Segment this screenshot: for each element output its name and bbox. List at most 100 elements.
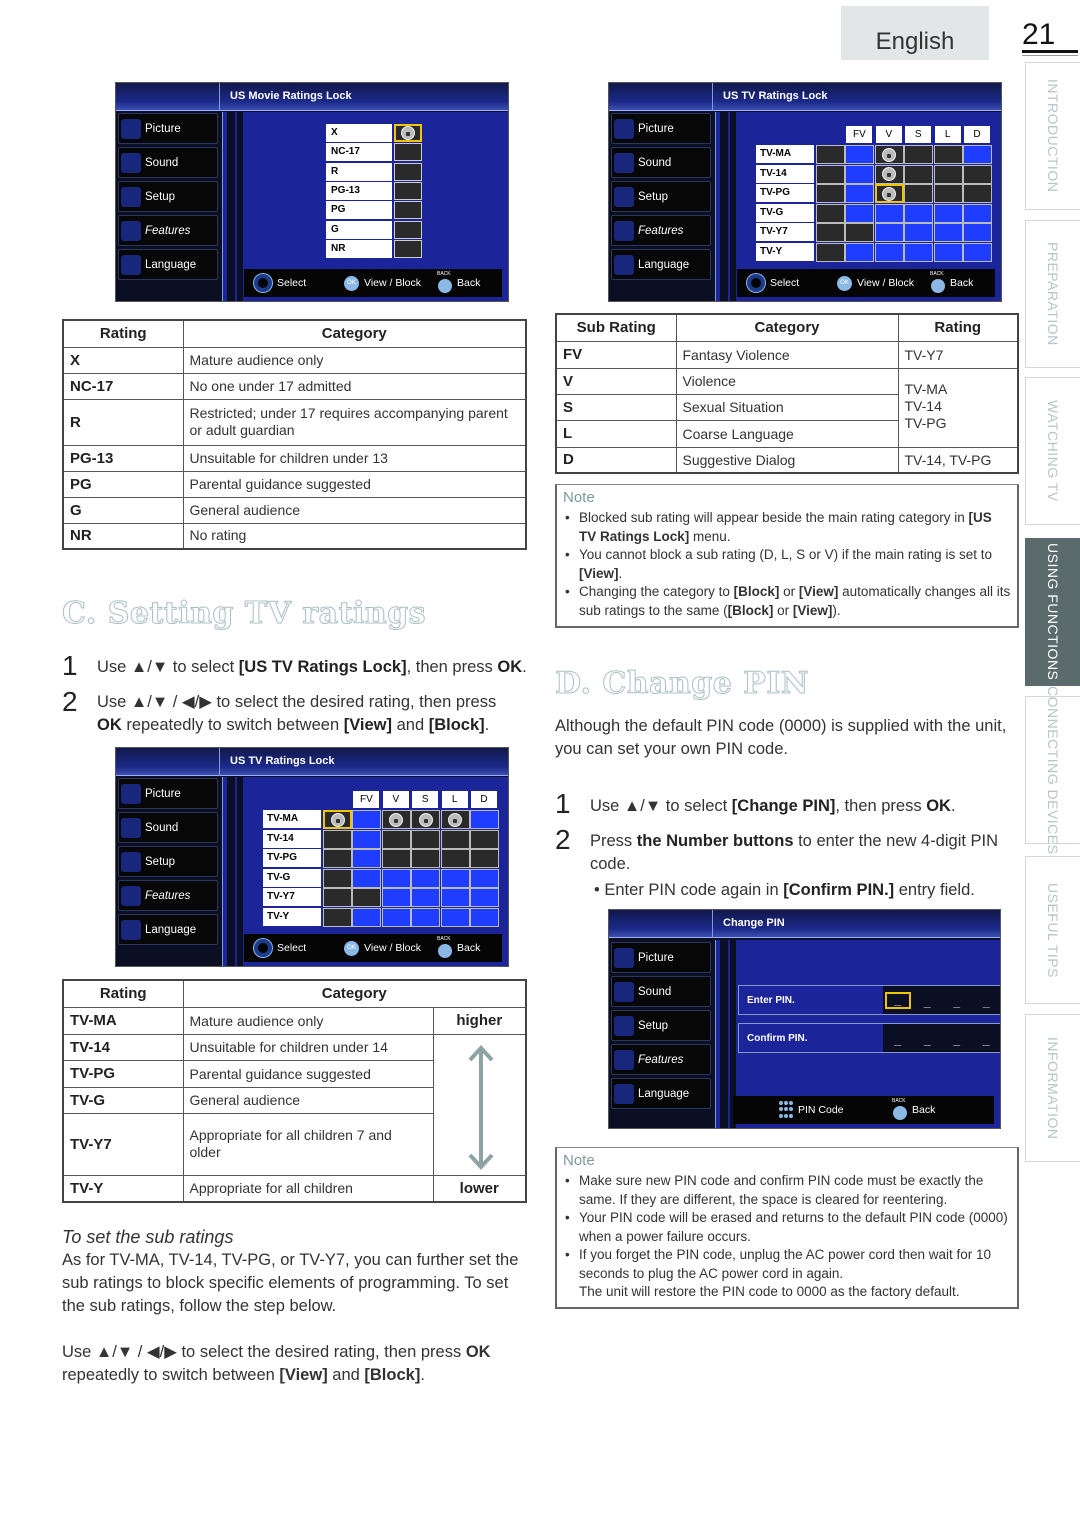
- menu-item-picture[interactable]: Picture: [611, 113, 711, 144]
- rating-block-toggle[interactable]: [411, 888, 441, 907]
- menu-item-sound[interactable]: Sound: [118, 147, 218, 178]
- rating-block-toggle[interactable]: [411, 849, 441, 868]
- rating-block-toggle[interactable]: [963, 203, 992, 223]
- rating-block-toggle[interactable]: [411, 810, 441, 829]
- confirm-digit-3[interactable]: _: [944, 1030, 970, 1047]
- rating-block-toggle[interactable]: [845, 184, 875, 203]
- rating-block-toggle[interactable]: [470, 868, 499, 888]
- menu-item-features[interactable]: Features: [611, 1044, 711, 1075]
- menu-item-language[interactable]: Language: [611, 249, 711, 280]
- rating-block-toggle[interactable]: [323, 829, 352, 849]
- side-tab-watching-tv[interactable]: WATCHING TV: [1025, 377, 1080, 525]
- rating-block-toggle[interactable]: [470, 888, 499, 907]
- rating-block-toggle[interactable]: [470, 829, 499, 849]
- menu-item-features[interactable]: Features: [118, 215, 218, 246]
- rating-block-toggle[interactable]: [904, 223, 934, 242]
- menu-item-sound[interactable]: Sound: [611, 147, 711, 178]
- rating-block-toggle[interactable]: [352, 888, 382, 907]
- menu-item-setup[interactable]: Setup: [118, 181, 218, 212]
- side-tab-connecting-devices[interactable]: CONNECTING DEVICES: [1025, 686, 1080, 854]
- menu-item-sound[interactable]: Sound: [118, 812, 218, 843]
- rating-block-toggle[interactable]: [352, 907, 382, 927]
- rating-block-toggle[interactable]: [352, 810, 382, 829]
- side-tab-information[interactable]: INFORMATION: [1025, 1014, 1080, 1162]
- rating-block-toggle[interactable]: [381, 868, 411, 888]
- rating-block-toggle[interactable]: [904, 145, 934, 164]
- rating-block-toggle[interactable]: [963, 184, 992, 203]
- rating-block-toggle[interactable]: [440, 888, 470, 907]
- menu-item-language[interactable]: Language: [118, 249, 218, 280]
- rating-block-toggle[interactable]: [440, 829, 470, 849]
- rating-block-toggle[interactable]: [845, 242, 875, 262]
- rating-block-toggle[interactable]: [323, 888, 352, 907]
- rating-block-toggle[interactable]: [394, 201, 422, 220]
- confirm-pin-field[interactable]: Confirm PIN. _ _ _ _: [738, 1023, 1000, 1053]
- rating-block-toggle[interactable]: [933, 242, 963, 262]
- confirm-digit-4[interactable]: _: [973, 1030, 999, 1047]
- rating-block-toggle[interactable]: [411, 868, 441, 888]
- pin-digit-1[interactable]: _: [884, 991, 911, 1009]
- rating-block-toggle[interactable]: [816, 164, 845, 184]
- rating-block-toggle[interactable]: [352, 849, 382, 868]
- menu-item-features[interactable]: Features: [611, 215, 711, 246]
- rating-block-toggle[interactable]: [394, 239, 422, 258]
- rating-block-toggle[interactable]: [874, 223, 904, 242]
- rating-block-toggle[interactable]: [470, 907, 499, 927]
- menu-item-picture[interactable]: Picture: [118, 113, 218, 144]
- rating-block-toggle[interactable]: [874, 184, 904, 203]
- rating-block-toggle[interactable]: [381, 829, 411, 849]
- rating-block-toggle[interactable]: [874, 164, 904, 184]
- rating-block-toggle[interactable]: [352, 868, 382, 888]
- rating-block-toggle[interactable]: [411, 907, 441, 927]
- rating-block-toggle[interactable]: [845, 164, 875, 184]
- enter-pin-field[interactable]: Enter PIN. _ _ _ _: [738, 985, 1000, 1015]
- rating-block-toggle[interactable]: [816, 145, 845, 164]
- rating-block-toggle[interactable]: [933, 203, 963, 223]
- rating-block-toggle[interactable]: [394, 143, 422, 162]
- menu-item-picture[interactable]: Picture: [118, 778, 218, 809]
- menu-item-setup[interactable]: Setup: [611, 1010, 711, 1041]
- rating-block-toggle[interactable]: [352, 829, 382, 849]
- side-tab-introduction[interactable]: INTRODUCTION: [1025, 62, 1080, 210]
- menu-item-setup[interactable]: Setup: [118, 846, 218, 877]
- rating-block-toggle[interactable]: [411, 829, 441, 849]
- rating-block-toggle[interactable]: [381, 907, 411, 927]
- rating-block-toggle[interactable]: [381, 849, 411, 868]
- menu-item-picture[interactable]: Picture: [611, 942, 711, 973]
- rating-block-toggle[interactable]: [816, 242, 845, 262]
- rating-block-toggle[interactable]: [963, 223, 992, 242]
- rating-block-toggle[interactable]: [323, 810, 352, 829]
- menu-item-setup[interactable]: Setup: [611, 181, 711, 212]
- pin-digit-3[interactable]: _: [944, 992, 970, 1009]
- rating-block-toggle[interactable]: [933, 184, 963, 203]
- confirm-digit-2[interactable]: _: [914, 1030, 940, 1047]
- rating-block-toggle[interactable]: [845, 223, 875, 242]
- pin-digit-4[interactable]: _: [973, 992, 999, 1009]
- rating-block-toggle[interactable]: [323, 868, 352, 888]
- rating-block-toggle[interactable]: [394, 124, 422, 142]
- rating-block-toggle[interactable]: [470, 849, 499, 868]
- pin-digit-2[interactable]: _: [914, 992, 940, 1009]
- rating-block-toggle[interactable]: [933, 145, 963, 164]
- menu-item-language[interactable]: Language: [118, 914, 218, 945]
- rating-block-toggle[interactable]: [394, 162, 422, 181]
- rating-block-toggle[interactable]: [381, 810, 411, 829]
- rating-block-toggle[interactable]: [816, 223, 845, 242]
- rating-block-toggle[interactable]: [440, 810, 470, 829]
- rating-block-toggle[interactable]: [323, 907, 352, 927]
- rating-block-toggle[interactable]: [933, 164, 963, 184]
- rating-block-toggle[interactable]: [963, 145, 992, 164]
- rating-block-toggle[interactable]: [440, 868, 470, 888]
- rating-block-toggle[interactable]: [381, 888, 411, 907]
- rating-block-toggle[interactable]: [394, 220, 422, 239]
- rating-block-toggle[interactable]: [440, 907, 470, 927]
- rating-block-toggle[interactable]: [933, 223, 963, 242]
- rating-block-toggle[interactable]: [845, 145, 875, 164]
- rating-block-toggle[interactable]: [323, 849, 352, 868]
- rating-block-toggle[interactable]: [904, 184, 934, 203]
- rating-block-toggle[interactable]: [904, 203, 934, 223]
- rating-block-toggle[interactable]: [874, 242, 904, 262]
- side-tab-preparation[interactable]: PREPARATION: [1025, 220, 1080, 368]
- menu-item-features[interactable]: Features: [118, 880, 218, 911]
- side-tab-using-functions[interactable]: USING FUNCTIONS: [1025, 538, 1080, 686]
